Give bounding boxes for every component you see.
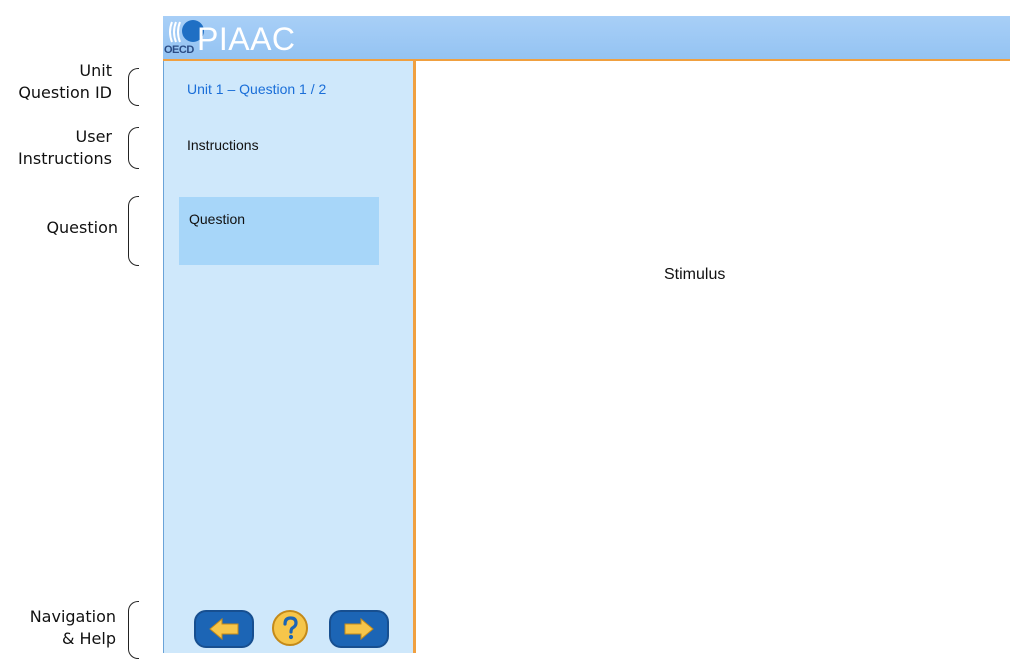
- assessment-app: OECD PIAAC Unit 1 – Question 1 / 2 Instr…: [163, 16, 1010, 653]
- annotation-bracket: [128, 127, 139, 169]
- arrow-left-icon: [209, 617, 239, 641]
- annotation-line: Navigation: [29, 607, 116, 626]
- annotation-line: User: [75, 127, 112, 146]
- oecd-label: OECD: [164, 44, 194, 56]
- user-instructions: Instructions: [187, 137, 259, 153]
- annotation-line: Unit: [79, 61, 112, 80]
- annotation-line: Question: [46, 218, 118, 237]
- help-button[interactable]: [272, 610, 308, 646]
- question-panel: Question: [179, 197, 379, 265]
- next-button[interactable]: [329, 610, 389, 648]
- annotation-bracket: [128, 196, 139, 266]
- annotation-unit-question-id: Unit Question ID: [0, 60, 112, 104]
- annotation-bracket: [128, 601, 139, 659]
- brand-title: PIAAC: [197, 21, 296, 57]
- annotation-line: Instructions: [18, 149, 112, 168]
- annotation-line: Question ID: [18, 83, 112, 102]
- question-mark-icon: [283, 616, 298, 640]
- annotation-question: Question: [0, 217, 118, 239]
- arrow-right-icon: [344, 617, 374, 641]
- annotation-navigation-help: Navigation & Help: [0, 606, 116, 650]
- annotation-bracket: [128, 68, 139, 106]
- unit-question-id: Unit 1 – Question 1 / 2: [187, 81, 327, 97]
- previous-button[interactable]: [194, 610, 254, 648]
- question-text: Question: [189, 211, 246, 227]
- annotation-user-instructions: User Instructions: [0, 126, 112, 170]
- annotation-line: & Help: [61, 629, 116, 648]
- stimulus-area: Stimulus: [416, 61, 1010, 653]
- question-sidebar: Unit 1 – Question 1 / 2 Instructions Que…: [163, 61, 414, 653]
- app-header: OECD PIAAC: [163, 16, 1010, 61]
- stimulus-label: Stimulus: [664, 266, 726, 283]
